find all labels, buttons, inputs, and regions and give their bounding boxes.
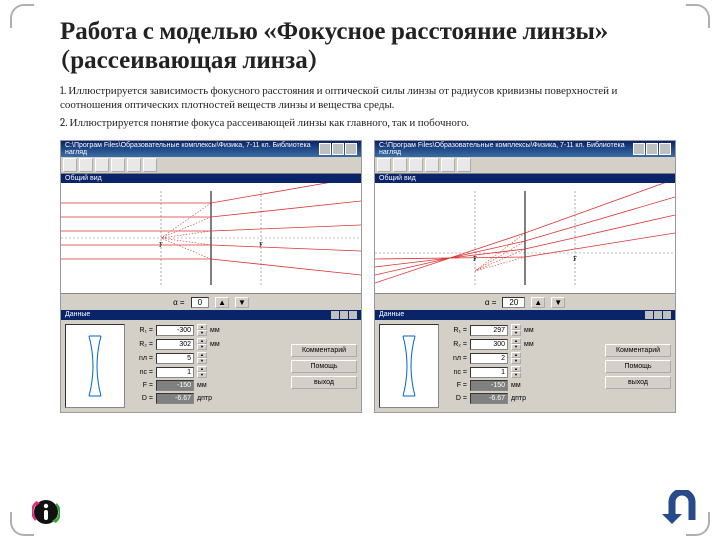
alpha-value[interactable]: 20 bbox=[502, 297, 525, 308]
input-r1[interactable]: 297 bbox=[470, 325, 508, 336]
optics-plot-right: F F bbox=[375, 183, 675, 294]
optics-plot-left: F F bbox=[61, 183, 361, 294]
min-icon[interactable] bbox=[319, 143, 331, 155]
lens-preview bbox=[379, 324, 439, 408]
input-nl[interactable]: 5 bbox=[156, 353, 194, 364]
tool-icon[interactable] bbox=[441, 158, 455, 172]
back-u-turn-icon[interactable] bbox=[660, 490, 698, 528]
info-icon[interactable] bbox=[32, 498, 60, 530]
alpha-down-icon[interactable]: ▼ bbox=[551, 297, 565, 308]
tool-icon[interactable] bbox=[457, 158, 471, 172]
tool-icon[interactable] bbox=[111, 158, 125, 172]
tool-icon[interactable] bbox=[63, 158, 77, 172]
tool-icon[interactable] bbox=[143, 158, 157, 172]
tool-icon[interactable] bbox=[95, 158, 109, 172]
comment-button[interactable]: Комментарий bbox=[605, 344, 671, 357]
alpha-value[interactable]: 0 bbox=[191, 297, 209, 308]
slide-title: Работа с моделью «Фокусное расстояние ли… bbox=[60, 18, 680, 76]
min-icon[interactable] bbox=[633, 143, 645, 155]
min-icon[interactable] bbox=[645, 311, 653, 319]
input-r2[interactable]: 300 bbox=[470, 339, 508, 350]
alpha-control: α = 0 ▲ ▼ bbox=[61, 294, 361, 310]
window-path: С:\Програм Fіlеs\Образовательные комплек… bbox=[65, 142, 319, 156]
svg-text:F: F bbox=[473, 255, 477, 263]
tool-icon[interactable] bbox=[425, 158, 439, 172]
close-icon[interactable] bbox=[349, 311, 357, 319]
exit-button[interactable]: выход bbox=[605, 376, 671, 389]
exit-button[interactable]: выход bbox=[291, 376, 357, 389]
help-button[interactable]: Помощь bbox=[291, 360, 357, 373]
tool-icon[interactable] bbox=[79, 158, 93, 172]
screenshot-panels: С:\Програм Fіlеs\Образовательные комплек… bbox=[60, 140, 680, 413]
titlebar: С:\Програм Fіlеs\Образовательные комплек… bbox=[375, 141, 675, 157]
max-icon[interactable] bbox=[340, 311, 348, 319]
data-subtitle: Данные bbox=[375, 310, 675, 320]
help-button[interactable]: Помощь bbox=[605, 360, 671, 373]
alpha-label: α = bbox=[173, 298, 185, 307]
close-icon[interactable] bbox=[659, 143, 671, 155]
view-subtitle: Общий вид bbox=[61, 174, 361, 183]
input-nl[interactable]: 2 bbox=[470, 353, 508, 364]
alpha-up-icon[interactable]: ▲ bbox=[531, 297, 545, 308]
close-icon[interactable] bbox=[663, 311, 671, 319]
alpha-down-icon[interactable]: ▼ bbox=[235, 297, 249, 308]
alpha-control: α = 20 ▲ ▼ bbox=[375, 294, 675, 310]
param-block: R₁ =-300▲▼мм R₂ =302▲▼мм nл =5▲▼ nс =1▲▼… bbox=[131, 324, 285, 408]
param-block: R₁ =297▲▼мм R₂ =300▲▼мм nл =2▲▼ nс =1▲▼ … bbox=[445, 324, 599, 408]
max-icon[interactable] bbox=[646, 143, 658, 155]
input-r1[interactable]: -300 bbox=[156, 325, 194, 336]
tool-icon[interactable] bbox=[377, 158, 391, 172]
toolbar bbox=[61, 157, 361, 174]
input-nc[interactable]: 1 bbox=[470, 367, 508, 378]
paragraph-2: 2. Иллюстрируется понятие фокуса рассеив… bbox=[60, 116, 680, 130]
output-f: -150 bbox=[470, 380, 508, 391]
comment-button[interactable]: Комментарий bbox=[291, 344, 357, 357]
min-icon[interactable] bbox=[331, 311, 339, 319]
max-icon[interactable] bbox=[654, 311, 662, 319]
window-path: С:\Програм Fіlеs\Образовательные комплек… bbox=[379, 142, 633, 156]
input-r2[interactable]: 302 bbox=[156, 339, 194, 350]
toolbar bbox=[375, 157, 675, 174]
tool-icon[interactable] bbox=[393, 158, 407, 172]
data-subtitle: Данные bbox=[61, 310, 361, 320]
max-icon[interactable] bbox=[332, 143, 344, 155]
svg-text:F: F bbox=[573, 255, 577, 263]
alpha-label: α = bbox=[485, 298, 497, 307]
paragraph-1: 1. Иллюстрируется зависимость фокусного … bbox=[60, 84, 680, 113]
input-nc[interactable]: 1 bbox=[156, 367, 194, 378]
output-d: -6.67 bbox=[156, 393, 194, 404]
lens-preview bbox=[65, 324, 125, 408]
output-d: -6.67 bbox=[470, 393, 508, 404]
panel-right: С:\Програм Fіlеs\Образовательные комплек… bbox=[374, 140, 676, 413]
tool-icon[interactable] bbox=[127, 158, 141, 172]
view-subtitle: Общий вид bbox=[375, 174, 675, 183]
output-f: -150 bbox=[156, 380, 194, 391]
close-icon[interactable] bbox=[345, 143, 357, 155]
tool-icon[interactable] bbox=[409, 158, 423, 172]
panel-left: С:\Програм Fіlеs\Образовательные комплек… bbox=[60, 140, 362, 413]
svg-text:F: F bbox=[259, 241, 263, 249]
alpha-up-icon[interactable]: ▲ bbox=[215, 297, 229, 308]
titlebar: С:\Програм Fіlеs\Образовательные комплек… bbox=[61, 141, 361, 157]
